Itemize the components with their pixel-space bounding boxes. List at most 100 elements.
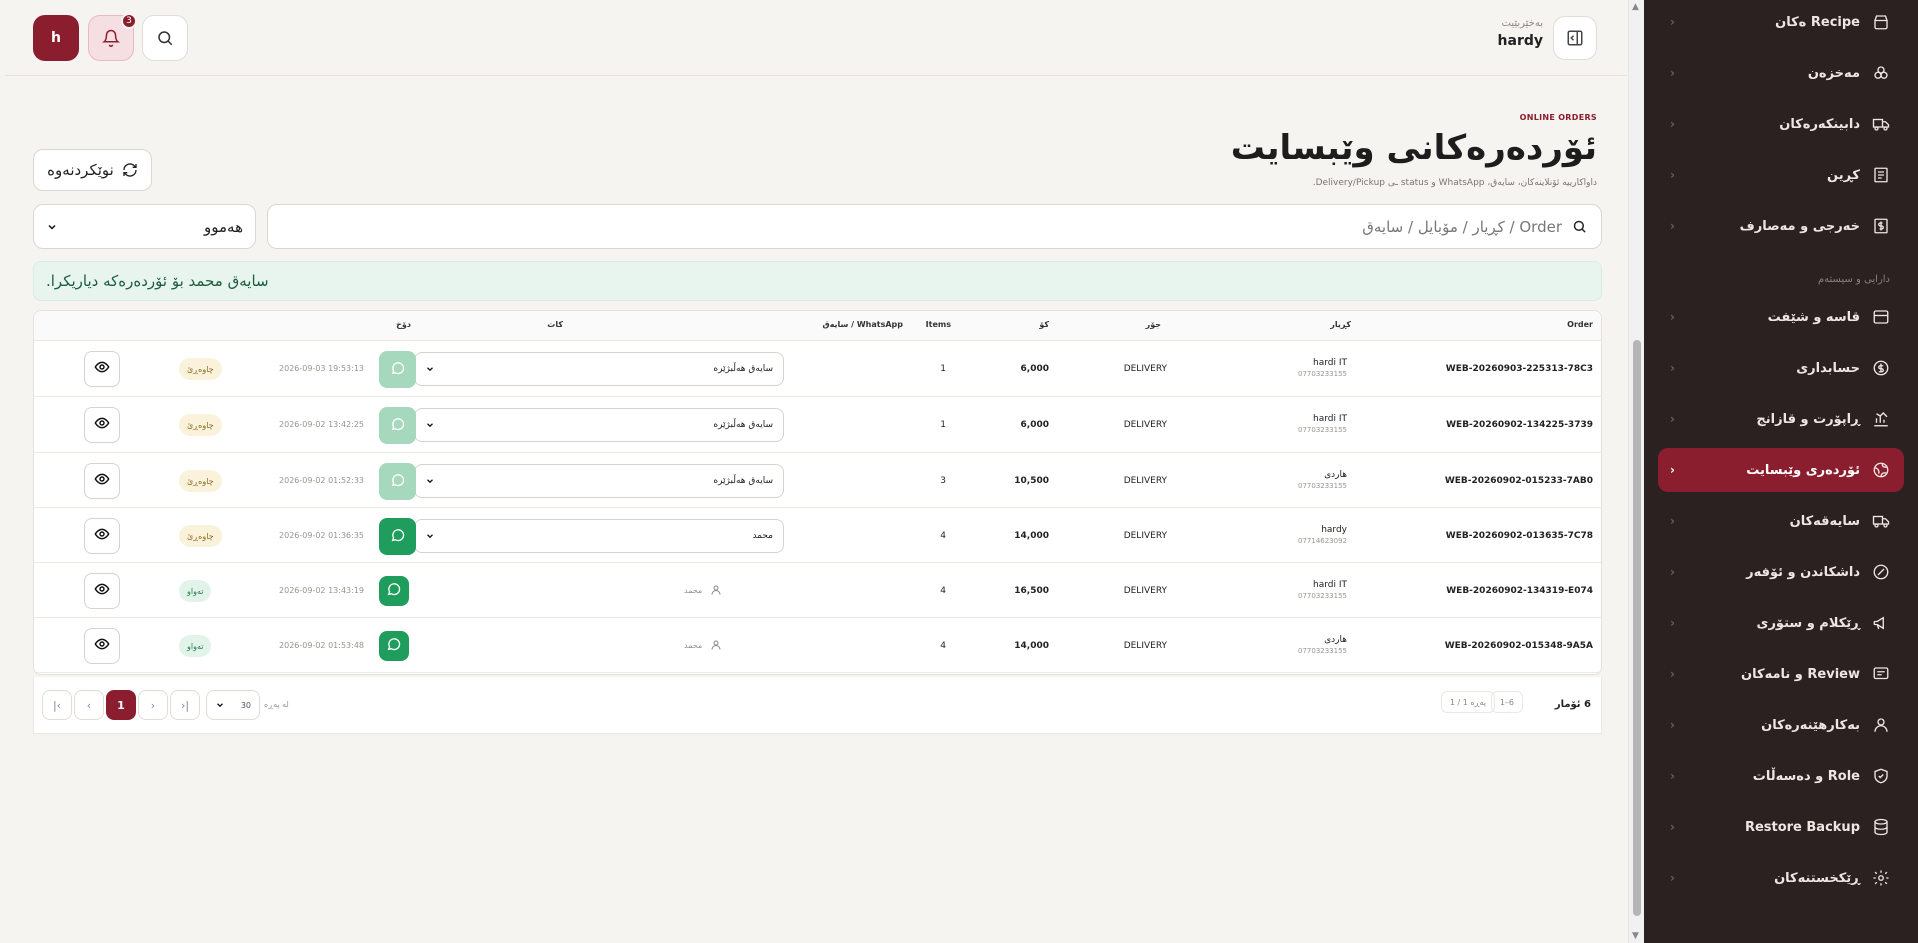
search-field[interactable] [267, 204, 1602, 249]
dollar-icon [1870, 357, 1892, 379]
chevron-left-icon: ‹ [1670, 117, 1675, 131]
sidebar-item-cashbox[interactable]: قاسە و شێفت ‹ [1658, 295, 1904, 339]
sidebar-item-discount[interactable]: داشکاندن و ئۆفەر ‹ [1658, 550, 1904, 594]
whatsapp-icon [390, 360, 406, 380]
sidebar-item-chart[interactable]: ڕاپۆرت و قازانج ‹ [1658, 397, 1904, 441]
order-time: 2026-09-02 13:43:19 [279, 586, 364, 595]
sidebar-item-megaphone[interactable]: ڕێکلام و ستۆری ‹ [1658, 601, 1904, 645]
chevron-down-icon [48, 224, 56, 230]
search-input[interactable] [282, 217, 1562, 236]
sidebar-item-user[interactable]: بەکارهێنەرەکان ‹ [1658, 703, 1904, 747]
whatsapp-button[interactable] [379, 576, 409, 606]
chevron-left-icon: ‹ [1670, 514, 1675, 528]
whatsapp-icon [390, 472, 406, 492]
sidebar-item-truck[interactable]: دابینکەرەکان ‹ [1658, 102, 1904, 146]
driver-name: محمد [684, 585, 703, 595]
scroll-down-arrow[interactable]: ▼ [1632, 931, 1639, 941]
order-amount: 6,000 [1020, 364, 1049, 374]
whatsapp-button[interactable] [379, 351, 416, 388]
sidebar-item-receipt[interactable]: کڕین ‹ [1658, 153, 1904, 197]
chevron-down-icon [217, 703, 223, 708]
scroll-thumb[interactable] [1633, 340, 1641, 916]
chevron-left-icon: ‹ [1670, 219, 1675, 233]
sidebar-item-label: حسابداری [1796, 360, 1860, 376]
sidebar-item-label: کڕین [1827, 167, 1860, 183]
order-type: DELIVERY [1123, 586, 1167, 596]
sidebar-item-label: ئۆردەری وێبسایت [1746, 462, 1860, 478]
chevron-left-icon: ‹ [1670, 463, 1675, 477]
order-items: 4 [940, 586, 946, 596]
customer-name: هاردی [1324, 635, 1347, 645]
avatar[interactable]: h [33, 15, 79, 61]
success-alert: سایەق محمد بۆ ئۆردەرەکە دیاریکرا. [33, 261, 1602, 301]
whatsapp-button[interactable] [379, 463, 416, 500]
view-order-button[interactable] [84, 518, 120, 554]
sidebar-item-globe[interactable]: ئۆردەری وێبسایت ‹ [1658, 448, 1904, 492]
view-order-button[interactable] [84, 463, 120, 499]
driver-select[interactable]: سایەق هەڵبژێرە [414, 464, 784, 498]
refresh-button[interactable]: نوێکردنەوە [33, 149, 152, 191]
view-order-button[interactable] [84, 407, 120, 443]
whatsapp-button[interactable] [379, 518, 416, 555]
notifications-button[interactable]: 3 [88, 13, 137, 61]
view-order-button[interactable] [84, 628, 120, 664]
driver-select[interactable]: سایەق هەڵبژێرە [414, 408, 784, 442]
status-filter-select[interactable]: هەموو [33, 204, 256, 249]
order-amount: 10,500 [1014, 476, 1049, 486]
driver-select-value: سایەق هەڵبژێرە [713, 476, 773, 486]
chevron-left-icon: ‹ [1670, 310, 1675, 324]
table-row: WEB-20260902-015348-9A5A هاردی 07703233155… [34, 618, 1601, 673]
sidebar: دارایی و سیستەم Recipe ەکان ‹ مەخزەن ‹ دابین… [1644, 0, 1918, 943]
scroll-up-arrow[interactable]: ▲ [1632, 2, 1639, 12]
sidebar-item-shield[interactable]: Role و دەسەڵات ‹ [1658, 754, 1904, 798]
driver-select[interactable]: محمد [414, 519, 784, 553]
eye-icon [94, 526, 110, 546]
discount-icon [1870, 561, 1892, 583]
driver-select-value: محمد [752, 531, 773, 541]
view-order-button[interactable] [84, 351, 120, 387]
orders-table: Order کڕیار جۆر کۆ Items سایەق / WhatsAp… [33, 310, 1602, 675]
sidebar-item-label: Recipe ەکان [1775, 14, 1860, 30]
col-driver-whatsapp: سایەق / WhatsApp [822, 320, 903, 329]
customer-cell: hardi IT 07703233155 [1298, 580, 1347, 600]
receipt-icon [1870, 164, 1892, 186]
sidebar-item-label: داشکاندن و ئۆفەر [1746, 564, 1860, 580]
sidebar-item-gear[interactable]: ڕێکخستنەکان ‹ [1658, 856, 1904, 900]
order-amount: 14,000 [1014, 641, 1049, 651]
next-page-button[interactable]: › [138, 690, 168, 720]
sidebar-item-dollar[interactable]: حسابداری ‹ [1658, 346, 1904, 390]
per-page-select[interactable]: 30 [206, 690, 260, 720]
last-page-button[interactable]: ›| [170, 690, 200, 720]
order-items: 1 [940, 364, 946, 374]
status-filter-value: هەموو [204, 217, 243, 236]
first-page-button[interactable]: |‹ [42, 690, 72, 720]
col-status: دۆخ [396, 320, 411, 329]
whatsapp-button[interactable] [379, 631, 409, 661]
page-button-current[interactable]: 1 [106, 690, 136, 720]
sidebar-item-boxes[interactable]: مەخزەن ‹ [1658, 51, 1904, 95]
globe-icon [1870, 459, 1892, 481]
driver-select[interactable]: سایەق هەڵبژێرە [414, 352, 784, 386]
topbar: h 3 بەخێربێیت hardy [5, 0, 1627, 76]
assigned-driver: محمد [684, 639, 722, 651]
sidebar-item-recipe[interactable]: Recipe ەکان ‹ [1658, 0, 1904, 44]
sidebar-item-database[interactable]: Restore Backup ‹ [1658, 805, 1904, 849]
sidebar-section-label: دارایی و سیستەم [1817, 274, 1890, 285]
whatsapp-button[interactable] [379, 407, 416, 444]
eye-icon [94, 415, 110, 435]
sidebar-item-money[interactable]: خەرجی و مەصارف ‹ [1658, 204, 1904, 248]
refresh-label: نوێکردنەوە [47, 161, 114, 179]
prev-page-button[interactable]: ‹ [74, 690, 104, 720]
sidebar-item-delivery-truck[interactable]: سایەقەکان ‹ [1658, 499, 1904, 543]
order-time: 2026-09-02 01:53:48 [279, 641, 364, 650]
sidebar-toggle-button[interactable] [1553, 16, 1597, 60]
customer-cell: هاردی 07703233155 [1298, 470, 1347, 490]
view-order-button[interactable] [84, 573, 120, 609]
order-time: 2026-09-02 01:36:35 [279, 531, 364, 540]
col-order: Order [1567, 320, 1593, 329]
search-button[interactable] [142, 15, 188, 61]
main-scrollbar[interactable]: ▲ ▼ [1628, 0, 1644, 943]
customer-phone: 07714623092 [1298, 537, 1347, 545]
sidebar-item-message[interactable]: Review و نامەکان ‹ [1658, 652, 1904, 696]
user-icon [711, 640, 721, 650]
